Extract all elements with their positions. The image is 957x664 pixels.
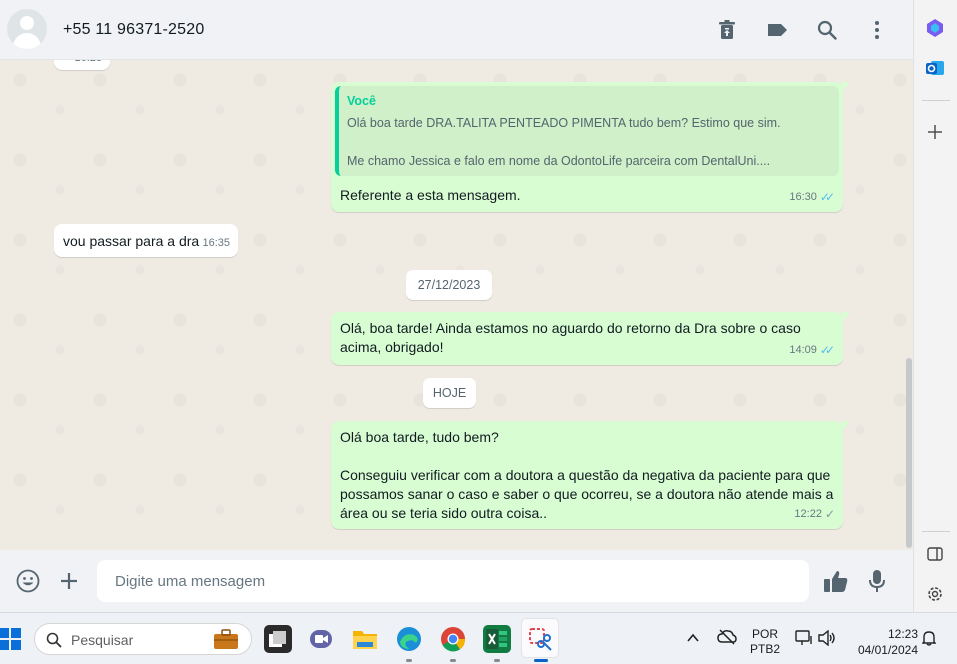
clock-date: 04/01/2024 xyxy=(857,643,918,657)
message-time: 16:35 xyxy=(202,237,230,249)
contact-name[interactable]: +55 11 96371-2520 xyxy=(63,21,204,39)
label-tag-icon[interactable] xyxy=(765,18,789,42)
notification-bell-icon[interactable] xyxy=(921,630,937,649)
rail-divider xyxy=(922,100,950,101)
avatar-body-shape xyxy=(13,33,41,49)
outlook-icon[interactable] xyxy=(924,57,946,79)
edge-browser-icon[interactable] xyxy=(395,625,423,653)
system-clock[interactable]: 12:23 04/01/2024 xyxy=(848,626,918,658)
date-separator: 27/12/2023 xyxy=(406,270,492,300)
windows-start-icon[interactable] xyxy=(0,627,22,651)
taskbar-search-box[interactable]: Pesquisar xyxy=(34,623,252,655)
rail-divider xyxy=(922,531,950,532)
quoted-author: Você xyxy=(347,94,376,108)
cloud-offline-icon[interactable] xyxy=(717,629,737,648)
quoted-text-line2: Me chamo Jessica e falo em nome da Odont… xyxy=(347,154,771,168)
browser-side-rail xyxy=(913,0,957,612)
microphone-icon[interactable] xyxy=(864,568,890,594)
network-display-icon[interactable] xyxy=(795,630,813,649)
message-text-line2: Conseguiu verificar com a doutora a ques… xyxy=(340,467,834,521)
active-indicator xyxy=(534,659,548,662)
date-separator-today: HOJE xyxy=(423,378,476,408)
message-input[interactable] xyxy=(97,560,809,602)
message-composer xyxy=(0,550,913,612)
keyboard-layout: PTB2 xyxy=(750,642,781,656)
message-text: vou passar para a dra xyxy=(63,233,200,249)
single-check-sent-icon: ✓ xyxy=(824,507,835,521)
add-plus-icon[interactable] xyxy=(924,121,946,143)
message-time: 16:28 xyxy=(74,60,102,68)
message-text: Referente a esta mensagem. xyxy=(340,187,521,203)
copilot-icon[interactable] xyxy=(924,17,946,39)
running-indicator xyxy=(406,659,412,662)
message-text: Olá, boa tarde! Ainda estamos no aguardo… xyxy=(340,320,801,355)
windows-taskbar: Pesquisar POR PTB2 12:23 04/01/2024 xyxy=(0,612,957,664)
snipping-tool-icon[interactable] xyxy=(526,625,554,653)
message-text-line1: Olá boa tarde, tudo bem? xyxy=(340,429,499,445)
outgoing-message[interactable]: Olá boa tarde, tudo bem? Conseguiu verif… xyxy=(331,421,850,529)
quoted-text-line1: Olá boa tarde DRA.TALITA PENTEADO PIMENT… xyxy=(347,116,781,130)
double-check-read-icon: ✓✓ xyxy=(819,190,835,204)
message-meta: 16:30 ✓✓ xyxy=(789,188,835,207)
delete-icon[interactable] xyxy=(715,18,739,42)
outgoing-message-reply[interactable]: Você Olá boa tarde DRA.TALITA PENTEADO P… xyxy=(331,82,850,212)
briefcase-icon xyxy=(214,629,238,649)
excel-icon[interactable] xyxy=(483,625,511,653)
message-meta: 14:09 ✓✓ xyxy=(789,341,835,360)
message-time: 12:22 xyxy=(794,508,822,520)
running-indicator xyxy=(450,659,456,662)
outgoing-message[interactable]: Olá, boa tarde! Ainda estamos no aguardo… xyxy=(331,312,850,365)
double-check-read-icon: ✓✓ xyxy=(819,343,835,357)
contact-avatar[interactable] xyxy=(7,9,47,49)
sidebar-toggle-icon[interactable] xyxy=(924,543,946,565)
running-indicator xyxy=(494,659,500,662)
chrome-browser-icon[interactable] xyxy=(439,625,467,653)
search-label: Pesquisar xyxy=(71,632,134,648)
search-icon xyxy=(46,632,62,648)
whatsapp-app: +55 11 96371-2520 16:28 Você Olá boa tar… xyxy=(0,0,913,612)
message-time: 16:30 xyxy=(789,191,817,203)
message-time: 14:09 xyxy=(789,344,817,356)
incoming-message[interactable]: vou passar para a dra 16:35 xyxy=(54,224,238,257)
input-language[interactable]: POR PTB2 xyxy=(750,627,780,657)
volume-speaker-icon[interactable] xyxy=(818,629,836,649)
chat-messages-pane[interactable]: 16:28 Você Olá boa tarde DRA.TALITA PENT… xyxy=(0,60,913,550)
settings-gear-icon[interactable] xyxy=(924,583,946,605)
emoji-icon[interactable] xyxy=(15,568,41,594)
bubble-tail xyxy=(842,312,850,322)
clock-time: 12:23 xyxy=(887,627,918,641)
partial-incoming-bubble: 16:28 xyxy=(54,60,110,70)
teams-chat-icon[interactable] xyxy=(307,625,335,653)
message-meta: 12:22 ✓ xyxy=(794,505,835,524)
attach-plus-icon[interactable] xyxy=(56,568,82,594)
task-view-icon[interactable] xyxy=(264,625,292,653)
avatar-head-shape xyxy=(20,16,34,30)
bubble-tail xyxy=(842,82,850,92)
thumbs-up-icon[interactable] xyxy=(823,568,849,594)
menu-kebab-icon[interactable] xyxy=(865,18,889,42)
quoted-message[interactable]: Você Olá boa tarde DRA.TALITA PENTEADO P… xyxy=(335,86,839,176)
tray-overflow-chevron-icon[interactable] xyxy=(687,630,699,646)
bubble-tail xyxy=(842,421,850,431)
file-explorer-icon[interactable] xyxy=(351,625,379,653)
chat-header: +55 11 96371-2520 xyxy=(0,0,913,60)
chat-scrollbar[interactable] xyxy=(906,358,912,548)
search-icon[interactable] xyxy=(815,18,839,42)
language-code: POR xyxy=(751,627,778,641)
